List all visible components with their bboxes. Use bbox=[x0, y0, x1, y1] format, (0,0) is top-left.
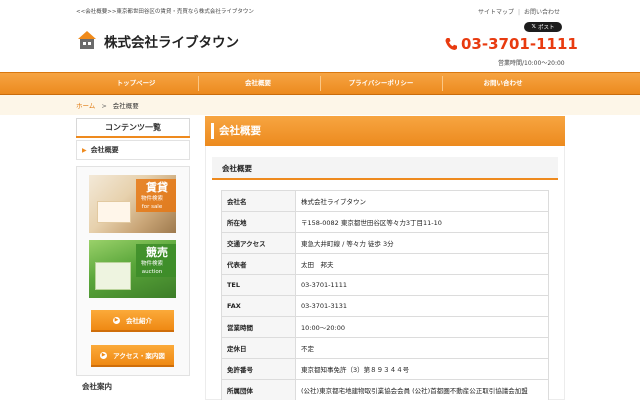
company-intro-button[interactable]: ▶ 会社紹介 bbox=[91, 310, 174, 332]
table-row: 所在地 〒158-0082 東京都世田谷区等々力3丁目11-10 bbox=[221, 211, 549, 233]
banner-sub2: for sale bbox=[141, 204, 163, 210]
row-value: 〒158-0082 東京都世田谷区等々力3丁目11-10 bbox=[295, 211, 549, 233]
phone-number[interactable]: 03-3701-1111 bbox=[461, 35, 578, 53]
row-key: 定休日 bbox=[221, 337, 296, 359]
row-key: 所在地 bbox=[221, 211, 296, 233]
rental-search-banner[interactable]: 賃貸 物件検索 for sale bbox=[89, 175, 176, 233]
banner-title: 競売 bbox=[146, 246, 168, 259]
row-value: (公社)東京都宅地建物取引業協会会員 (公社)首都圏不動産公正取引協議会加盟 bbox=[295, 379, 549, 400]
company-info-table: 会社名 株式会社ライブタウン 所在地 〒158-0082 東京都世田谷区等々力3丁目… bbox=[221, 190, 549, 400]
x-logo-icon: 𝕏 bbox=[531, 24, 536, 30]
section-heading: 会社概要 bbox=[212, 157, 558, 180]
button-label: アクセス・案内図 bbox=[113, 352, 165, 360]
row-key: 会社名 bbox=[221, 190, 296, 212]
table-row: 定休日 不定 bbox=[221, 337, 549, 359]
table-row: 営業時間 10:00〜20:00 bbox=[221, 316, 549, 338]
title-accent-bar bbox=[211, 123, 214, 139]
nav-top-page[interactable]: トップページ bbox=[76, 73, 196, 94]
sidebar-subheading: 会社案内 bbox=[82, 382, 112, 391]
row-value: 10:00〜20:00 bbox=[295, 316, 549, 338]
breadcrumb: ホーム > 会社概要 bbox=[76, 100, 139, 110]
table-row: 代表者 太田 邦夫 bbox=[221, 253, 549, 275]
arrow-circle-icon: ▶ bbox=[100, 351, 108, 359]
sidebar-item-company[interactable]: ▶ 会社概要 bbox=[76, 140, 190, 160]
row-key: 代表者 bbox=[221, 253, 296, 275]
sidebar-heading: コンテンツ一覧 bbox=[76, 118, 190, 136]
row-key: 免許番号 bbox=[221, 358, 296, 380]
row-key: 営業時間 bbox=[221, 316, 296, 338]
breadcrumb-home[interactable]: ホーム bbox=[76, 102, 95, 110]
banner-sub2: auction bbox=[141, 269, 163, 275]
table-row: 交通アクセス 東急大井町線 / 等々力 徒歩 3分 bbox=[221, 232, 549, 254]
row-value: 東急大井町線 / 等々力 徒歩 3分 bbox=[295, 232, 549, 254]
business-hours: 営業時間/10:00〜20:00 bbox=[498, 60, 565, 67]
row-value: 不定 bbox=[295, 337, 549, 359]
breadcrumb-separator: > bbox=[101, 102, 107, 110]
banner-sub1: 物件検索 bbox=[140, 261, 163, 267]
row-value: 03-3701-3131 bbox=[295, 295, 549, 317]
banner-subtitle: 物件検索 auction bbox=[132, 260, 172, 276]
banner-subtitle: 物件検索 for sale bbox=[132, 195, 172, 211]
row-key: 所属団体 bbox=[221, 379, 296, 400]
row-key: 交通アクセス bbox=[221, 232, 296, 254]
global-nav: トップページ 会社概要 プライバシーポリシー お問い合わせ bbox=[0, 72, 640, 95]
bullet-icon: ▶ bbox=[82, 147, 87, 154]
phone-icon bbox=[445, 38, 457, 50]
nav-contact[interactable]: お問い合わせ bbox=[442, 73, 564, 94]
logo-icon[interactable] bbox=[76, 29, 98, 51]
auction-search-banner[interactable]: 競売 物件検索 auction bbox=[89, 240, 176, 298]
breadcrumb-current: 会社概要 bbox=[112, 102, 139, 110]
company-name[interactable]: 株式会社ライブタウン bbox=[104, 31, 239, 51]
post-button-label: ポスト bbox=[537, 25, 555, 31]
banner-sub1: 物件検索 bbox=[140, 196, 163, 202]
top-links: サイトマップ | お問い合わせ bbox=[474, 7, 564, 16]
button-label: 会社紹介 bbox=[126, 317, 152, 325]
row-key: FAX bbox=[221, 295, 296, 317]
table-row: 免許番号 東京都知事免許（3）第８９３４４号 bbox=[221, 358, 549, 380]
row-value: 太田 邦夫 bbox=[295, 253, 549, 275]
contact-top-link[interactable]: お問い合わせ bbox=[520, 9, 564, 16]
nav-privacy[interactable]: プライバシーポリシー bbox=[320, 73, 442, 94]
sitemap-link[interactable]: サイトマップ bbox=[474, 9, 518, 16]
arrow-circle-icon: ▶ bbox=[113, 316, 120, 324]
table-row: FAX 03-3701-3131 bbox=[221, 295, 549, 317]
table-row: TEL 03-3701-1111 bbox=[221, 274, 549, 296]
row-value: 東京都知事免許（3）第８９３４４号 bbox=[295, 358, 549, 380]
table-row: 会社名 株式会社ライブタウン bbox=[221, 190, 549, 212]
row-value: 株式会社ライブタウン bbox=[295, 190, 549, 212]
nav-company[interactable]: 会社概要 bbox=[198, 73, 318, 94]
site-tagline: <<会社概要>>東京都世田谷区の賃貸・売買なら株式会社ライブタウン bbox=[76, 9, 254, 15]
sidebar-item-label: 会社概要 bbox=[90, 146, 119, 154]
room-image bbox=[97, 201, 131, 223]
x-post-button[interactable]: 𝕏 ポスト bbox=[524, 22, 562, 32]
banner-title: 賃貸 bbox=[146, 181, 168, 194]
row-value: 03-3701-1111 bbox=[295, 274, 549, 296]
table-row: 所属団体 (公社)東京都宅地建物取引業協会会員 (公社)首都圏不動産公正取引協議会… bbox=[221, 379, 549, 400]
page-title: 会社概要 bbox=[205, 116, 565, 146]
house-image bbox=[95, 262, 131, 290]
sidebar-heading-underline bbox=[76, 136, 190, 138]
access-map-button[interactable]: ▶ アクセス・案内図 bbox=[91, 345, 174, 367]
row-key: TEL bbox=[221, 274, 296, 296]
